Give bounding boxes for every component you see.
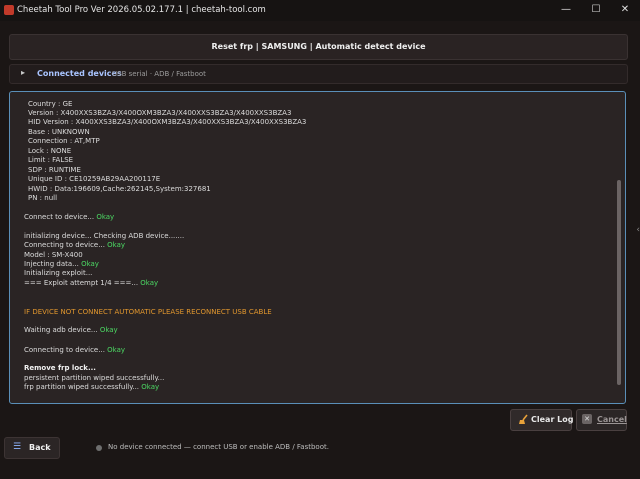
title-bar: Cheetah Tool Pro Ver 2026.05.02.177.1 | … — [0, 0, 640, 21]
log-panel[interactable]: Country : GE Version : X400XXS3BZA3/X400… — [9, 91, 626, 404]
minimize-button[interactable]: — — [551, 2, 581, 18]
log-line: Model : SM-X400 — [24, 251, 83, 259]
operation-header: Reset frp | SAMSUNG | Automatic detect d… — [9, 34, 628, 60]
connected-devices-label: Connected devices — [37, 69, 122, 78]
chevron-right-icon: ▸ — [21, 68, 26, 77]
cancel-label: Cancel — [597, 415, 627, 424]
log-line: Initializing exploit... — [24, 269, 93, 277]
connection-types: USB serial · ADB / Fastboot — [112, 70, 206, 78]
log-line: Version : X400XXS3BZA3/X400OXM3BZA3/X400… — [28, 109, 292, 117]
log-line: frp partition wiped successfully... Okay — [24, 383, 160, 391]
cancel-button[interactable]: ✕ Cancel — [576, 409, 627, 431]
back-button[interactable]: ☰ Back — [4, 437, 60, 459]
warning-line: IF DEVICE NOT CONNECT AUTOMATIC PLEASE R… — [24, 308, 272, 316]
log-line: Waiting adb device... Okay — [24, 326, 118, 334]
status-indicator — [96, 445, 102, 451]
status-text: No device connected — connect USB or ena… — [108, 443, 329, 451]
log-line: Injecting data... Okay — [24, 260, 99, 268]
log-line: Remove frp lock... — [24, 364, 96, 372]
log-line: === Exploit attempt 1/4 ===... Okay — [24, 279, 159, 287]
log-line: PN : null — [28, 194, 58, 202]
operation-title: Reset frp | SAMSUNG | Automatic detect d… — [211, 42, 426, 51]
connected-devices-bar[interactable]: ▸ Connected devices USB serial · ADB / F… — [9, 64, 628, 84]
app-icon — [4, 5, 14, 15]
resize-handle[interactable]: ‹ — [636, 225, 640, 235]
log-line: HWID : Data:196609,Cache:262145,System:3… — [28, 185, 211, 193]
close-button[interactable]: ✕ — [610, 2, 640, 18]
back-label: Back — [29, 443, 51, 452]
cancel-icon: ✕ — [582, 414, 592, 424]
log-scrollbar-thumb[interactable] — [617, 180, 621, 385]
log-line: SDP : RUNTIME — [28, 166, 81, 174]
log-line: Base : UNKNOWN — [28, 128, 90, 136]
maximize-button[interactable]: ☐ — [581, 2, 611, 18]
log-line: Lock : NONE — [28, 147, 72, 155]
log-line: initializing device... Checking ADB devi… — [24, 232, 185, 240]
log-line: Connecting to device... Okay — [24, 346, 126, 354]
log-line: Connecting to device... Okay — [24, 241, 126, 249]
broom-icon — [519, 414, 528, 424]
log-line: persistent partition wiped successfully.… — [24, 374, 165, 382]
log-line: Connection : AT,MTP — [28, 137, 100, 145]
log-line: HID Version : X400XXS3BZA3/X400OXM3BZA3/… — [28, 118, 307, 126]
clear-log-label: Clear Log — [531, 415, 574, 424]
clear-log-button[interactable]: Clear Log — [510, 409, 574, 431]
window-title: Cheetah Tool Pro Ver 2026.05.02.177.1 | … — [17, 5, 266, 15]
log-line: Limit : FALSE — [28, 156, 74, 164]
menu-icon: ☰ — [13, 442, 22, 452]
log-line: Unique ID : CE10259AB29AA200117E — [28, 175, 161, 183]
log-line: Country : GE — [28, 100, 73, 108]
log-line: Connect to device... Okay — [24, 213, 115, 221]
